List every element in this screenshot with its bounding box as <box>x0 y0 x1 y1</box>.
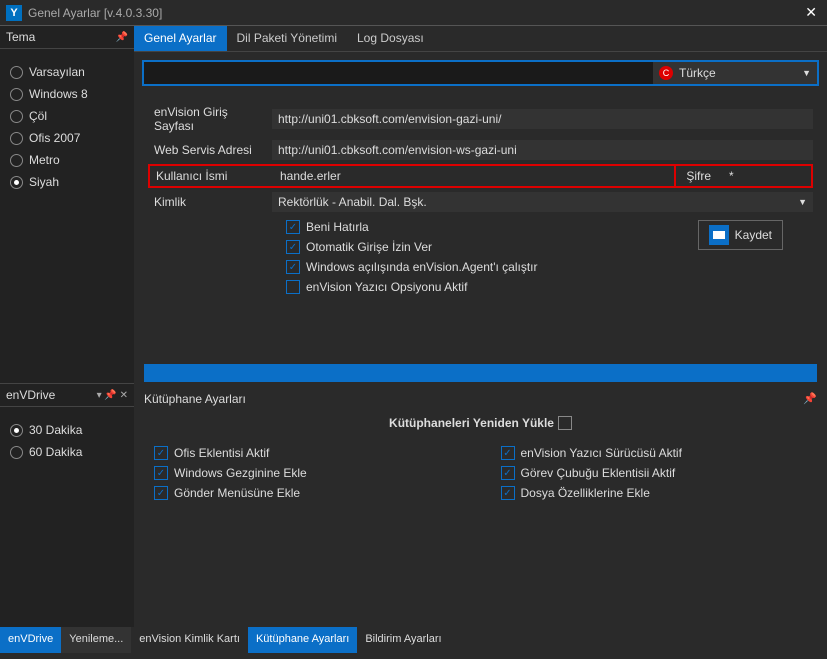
panel-pin-icon[interactable]: 📌 <box>116 32 128 43</box>
library-checkbox[interactable]: ✓Dosya Özelliklerine Ekle <box>501 486 808 500</box>
login-page-label: enVision Giriş Sayfası <box>148 102 272 136</box>
envdrive-option[interactable]: 60 Dakika <box>10 445 124 459</box>
checkbox-block: Kaydet ✓Beni Hatırla ✓Otomatik Girişe İz… <box>286 220 813 294</box>
webservice-input[interactable]: http://uni01.cbksoft.com/envision-ws-gaz… <box>272 140 813 160</box>
identity-select[interactable]: Rektörlük - Anabil. Dal. Bşk. ▼ <box>272 192 813 212</box>
library-checkbox[interactable]: ✓enVision Yazıcı Sürücüsü Aktif <box>501 446 808 460</box>
bottom-tab-notifications[interactable]: Bildirim Ayarları <box>357 627 449 653</box>
theme-title: Tema <box>6 30 116 44</box>
envdrive-option[interactable]: 30 Dakika <box>10 423 124 437</box>
bottom-tab-refresh[interactable]: Yenileme... <box>61 627 131 653</box>
envdrive-panel-header: enVDrive ▾ 📌 ✕ <box>0 383 134 407</box>
bottom-tab-envdrive[interactable]: enVDrive <box>0 627 61 653</box>
settings-form: enVision Giriş Sayfası http://uni01.cbks… <box>134 94 827 304</box>
identity-value: Rektörlük - Anabil. Dal. Bşk. <box>278 195 427 209</box>
save-label: Kaydet <box>735 228 772 242</box>
library-checkbox[interactable]: ✓Görev Çubuğu Eklentisii Aktif <box>501 466 808 480</box>
sidebar: Tema 📌 Varsayılan Windows 8 Çöl Ofis 2007 Me… <box>0 26 134 627</box>
title-bar: Y Genel Ayarlar [v.4.0.3.30] ✕ <box>0 0 827 26</box>
identity-label: Kimlik <box>148 192 272 212</box>
main-panel: Genel Ayarlar Dil Paketi Yönetimi Log Do… <box>134 26 827 627</box>
library-checkbox[interactable]: ✓Windows Gezginine Ekle <box>154 466 461 480</box>
printer-checkbox[interactable]: enVision Yazıcı Opsiyonu Aktif <box>286 280 813 294</box>
save-button[interactable]: Kaydet <box>698 220 783 250</box>
theme-options: Varsayılan Windows 8 Çöl Ofis 2007 Metro Siya… <box>0 49 134 224</box>
chevron-down-icon: ▼ <box>802 68 811 78</box>
theme-option[interactable]: Windows 8 <box>10 87 124 101</box>
library-columns: ✓Ofis Eklentisi Aktif ✓Windows Gezginine … <box>134 436 827 510</box>
reload-checkbox[interactable] <box>558 416 572 430</box>
language-select[interactable]: C Türkçe ▼ <box>653 62 817 84</box>
library-header: Kütüphane Ayarları 📌 <box>134 388 827 410</box>
webservice-label: Web Servis Adresi <box>148 140 272 160</box>
save-icon <box>709 225 729 245</box>
panel-icons[interactable]: ▾ 📌 ✕ <box>97 390 128 401</box>
theme-option[interactable]: Çöl <box>10 109 124 123</box>
username-label: Kullanıcı İsmi <box>150 166 274 186</box>
theme-option[interactable]: Metro <box>10 153 124 167</box>
library-title: Kütüphane Ayarları <box>144 392 803 406</box>
reload-libraries-row[interactable]: Kütüphaneleri Yeniden Yükle <box>134 416 827 430</box>
theme-option[interactable]: Ofis 2007 <box>10 131 124 145</box>
envdrive-options: 30 Dakika 60 Dakika <box>0 407 134 627</box>
flag-icon: C <box>659 66 673 80</box>
search-input[interactable] <box>144 62 653 84</box>
envdrive-title: enVDrive <box>6 388 97 402</box>
tab-log-file[interactable]: Log Dosyası <box>347 26 434 51</box>
tab-general[interactable]: Genel Ayarlar <box>134 26 227 51</box>
username-input[interactable]: hande.erler <box>274 166 674 186</box>
bottom-tabs: enVDrive Yenileme... enVision Kimlik Kar… <box>0 627 827 653</box>
library-checkbox[interactable]: ✓Ofis Eklentisi Aktif <box>154 446 461 460</box>
login-page-input[interactable]: http://uni01.cbksoft.com/envision-gazi-u… <box>272 109 813 129</box>
library-checkbox[interactable]: ✓Gönder Menüsüne Ekle <box>154 486 461 500</box>
password-input[interactable]: * <box>721 166 811 186</box>
panel-pin-icon[interactable]: 📌 <box>803 392 817 406</box>
bottom-tab-idcard[interactable]: enVision Kimlik Kartı <box>131 627 248 653</box>
app-logo-icon: Y <box>6 5 22 21</box>
language-row: C Türkçe ▼ <box>142 60 819 86</box>
reload-label: Kütüphaneleri Yeniden Yükle <box>389 416 554 430</box>
tab-language-pack[interactable]: Dil Paketi Yönetimi <box>227 26 348 51</box>
password-label: Şifre <box>676 166 721 186</box>
progress-bar <box>144 364 817 382</box>
theme-panel-header: Tema 📌 <box>0 26 134 49</box>
language-value: Türkçe <box>679 66 716 80</box>
bottom-tab-library[interactable]: Kütüphane Ayarları <box>248 627 357 653</box>
credentials-row: Kullanıcı İsmi hande.erler Şifre * <box>148 164 813 188</box>
chevron-down-icon: ▼ <box>798 197 807 207</box>
winstart-checkbox[interactable]: ✓Windows açılışında enVision.Agent'ı çal… <box>286 260 813 274</box>
theme-option[interactable]: Siyah <box>10 175 124 189</box>
close-icon[interactable]: ✕ <box>801 4 821 21</box>
top-tabs: Genel Ayarlar Dil Paketi Yönetimi Log Do… <box>134 26 827 52</box>
theme-option[interactable]: Varsayılan <box>10 65 124 79</box>
window-title: Genel Ayarlar [v.4.0.3.30] <box>28 6 801 20</box>
